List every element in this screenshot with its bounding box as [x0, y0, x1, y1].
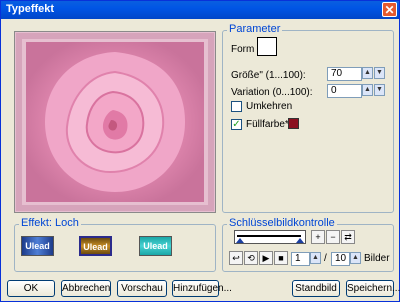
size-value: 70 — [331, 68, 343, 79]
variation-spin-up[interactable]: ▲ — [362, 84, 373, 96]
timeline-track — [237, 235, 301, 237]
spin-down-icon: ▼ — [376, 86, 383, 93]
thumb-label: Ulead — [25, 241, 50, 251]
save-button[interactable]: Speichern... — [346, 280, 400, 297]
add-button[interactable]: Hinzufügen... — [172, 280, 232, 297]
spin-up-icon: ▲ — [352, 254, 359, 261]
close-button[interactable]: ✕ — [382, 2, 397, 17]
size-spin-up[interactable]: ▲ — [362, 67, 373, 79]
spin-up-icon: ▲ — [312, 254, 319, 261]
loop-icon: ↩ — [232, 253, 240, 263]
rewind-button[interactable]: ⟲ — [244, 251, 258, 265]
plus-icon: + — [315, 232, 321, 242]
reverse-checkbox[interactable] — [231, 101, 242, 112]
window-title: Typeffekt — [6, 3, 55, 15]
keyframe-tool-button[interactable]: ⇄ — [341, 230, 355, 244]
remove-keyframe-button[interactable]: − — [326, 230, 340, 244]
cancel-button[interactable]: Abbrechen — [61, 280, 111, 297]
preview-panel — [14, 31, 216, 213]
effect-thumbnail-2[interactable]: Ulead — [79, 236, 112, 256]
size-label: Größe" (1...100): — [231, 70, 306, 81]
variation-spin-down[interactable]: ▼ — [374, 84, 385, 96]
timeline-marker-end[interactable] — [296, 238, 304, 243]
spin-up-icon: ▲ — [364, 69, 371, 76]
parameter-group-label: Parameter — [227, 23, 283, 35]
total-frames-value: 10 — [335, 253, 347, 264]
timeline-marker-start[interactable] — [236, 238, 244, 243]
variation-input[interactable]: 0 — [327, 84, 362, 98]
loop-button[interactable]: ↩ — [229, 251, 243, 265]
fill-checkbox[interactable]: ✓ — [231, 119, 242, 130]
total-frames-input[interactable]: 10 — [331, 252, 350, 266]
spin-down-icon: ▼ — [376, 69, 383, 76]
rewind-icon: ⟲ — [247, 253, 255, 263]
ok-button[interactable]: OK — [7, 280, 55, 297]
stop-button[interactable]: ■ — [274, 251, 288, 265]
preview-button[interactable]: Vorschau — [117, 280, 167, 297]
effect-group-label: Effekt: Loch — [19, 217, 81, 229]
fill-label: Füllfarbe*: — [246, 119, 292, 130]
total-frames-spin-up[interactable]: ▲ — [350, 252, 361, 264]
stop-icon: ■ — [278, 253, 284, 263]
spin-up-icon: ▲ — [364, 86, 371, 93]
size-input[interactable]: 70 — [327, 67, 362, 81]
title-bar: Typeffekt ✕ — [1, 1, 399, 19]
play-button[interactable]: ▶ — [259, 251, 273, 265]
size-spin-down[interactable]: ▼ — [374, 67, 385, 79]
form-label: Form — [231, 44, 255, 55]
add-keyframe-button[interactable]: + — [311, 230, 325, 244]
keyframe-timeline[interactable] — [234, 230, 306, 244]
current-frame-value: 1 — [295, 253, 301, 264]
default-button[interactable]: Standbild — [292, 280, 340, 297]
frame-spin-up[interactable]: ▲ — [310, 252, 321, 264]
swap-icon: ⇄ — [344, 232, 352, 242]
reverse-label: Umkehren — [246, 101, 293, 112]
variation-label: Variation (0...100): — [231, 87, 313, 98]
thumb-label: Ulead — [83, 242, 108, 252]
effect-thumbnail-3[interactable]: Ulead — [139, 236, 172, 256]
form-preview-box[interactable] — [257, 37, 277, 56]
variation-value: 0 — [331, 85, 337, 96]
close-icon: ✕ — [384, 3, 395, 17]
frame-separator: / — [324, 253, 327, 264]
play-icon: ▶ — [262, 253, 270, 263]
effect-thumbnail-1[interactable]: Ulead — [21, 236, 54, 256]
frames-label: Bilder — [364, 253, 390, 264]
thumb-label: Ulead — [143, 241, 168, 251]
dialog-window: Typeffekt ✕ Parameter Form Größe" (1...1… — [0, 0, 400, 302]
fill-color-swatch[interactable] — [288, 118, 299, 129]
minus-icon: − — [330, 232, 336, 242]
keyframe-group-label: Schlüsselbildkontrolle — [227, 217, 337, 229]
preview-image — [15, 32, 215, 212]
current-frame-input[interactable]: 1 — [291, 252, 310, 266]
